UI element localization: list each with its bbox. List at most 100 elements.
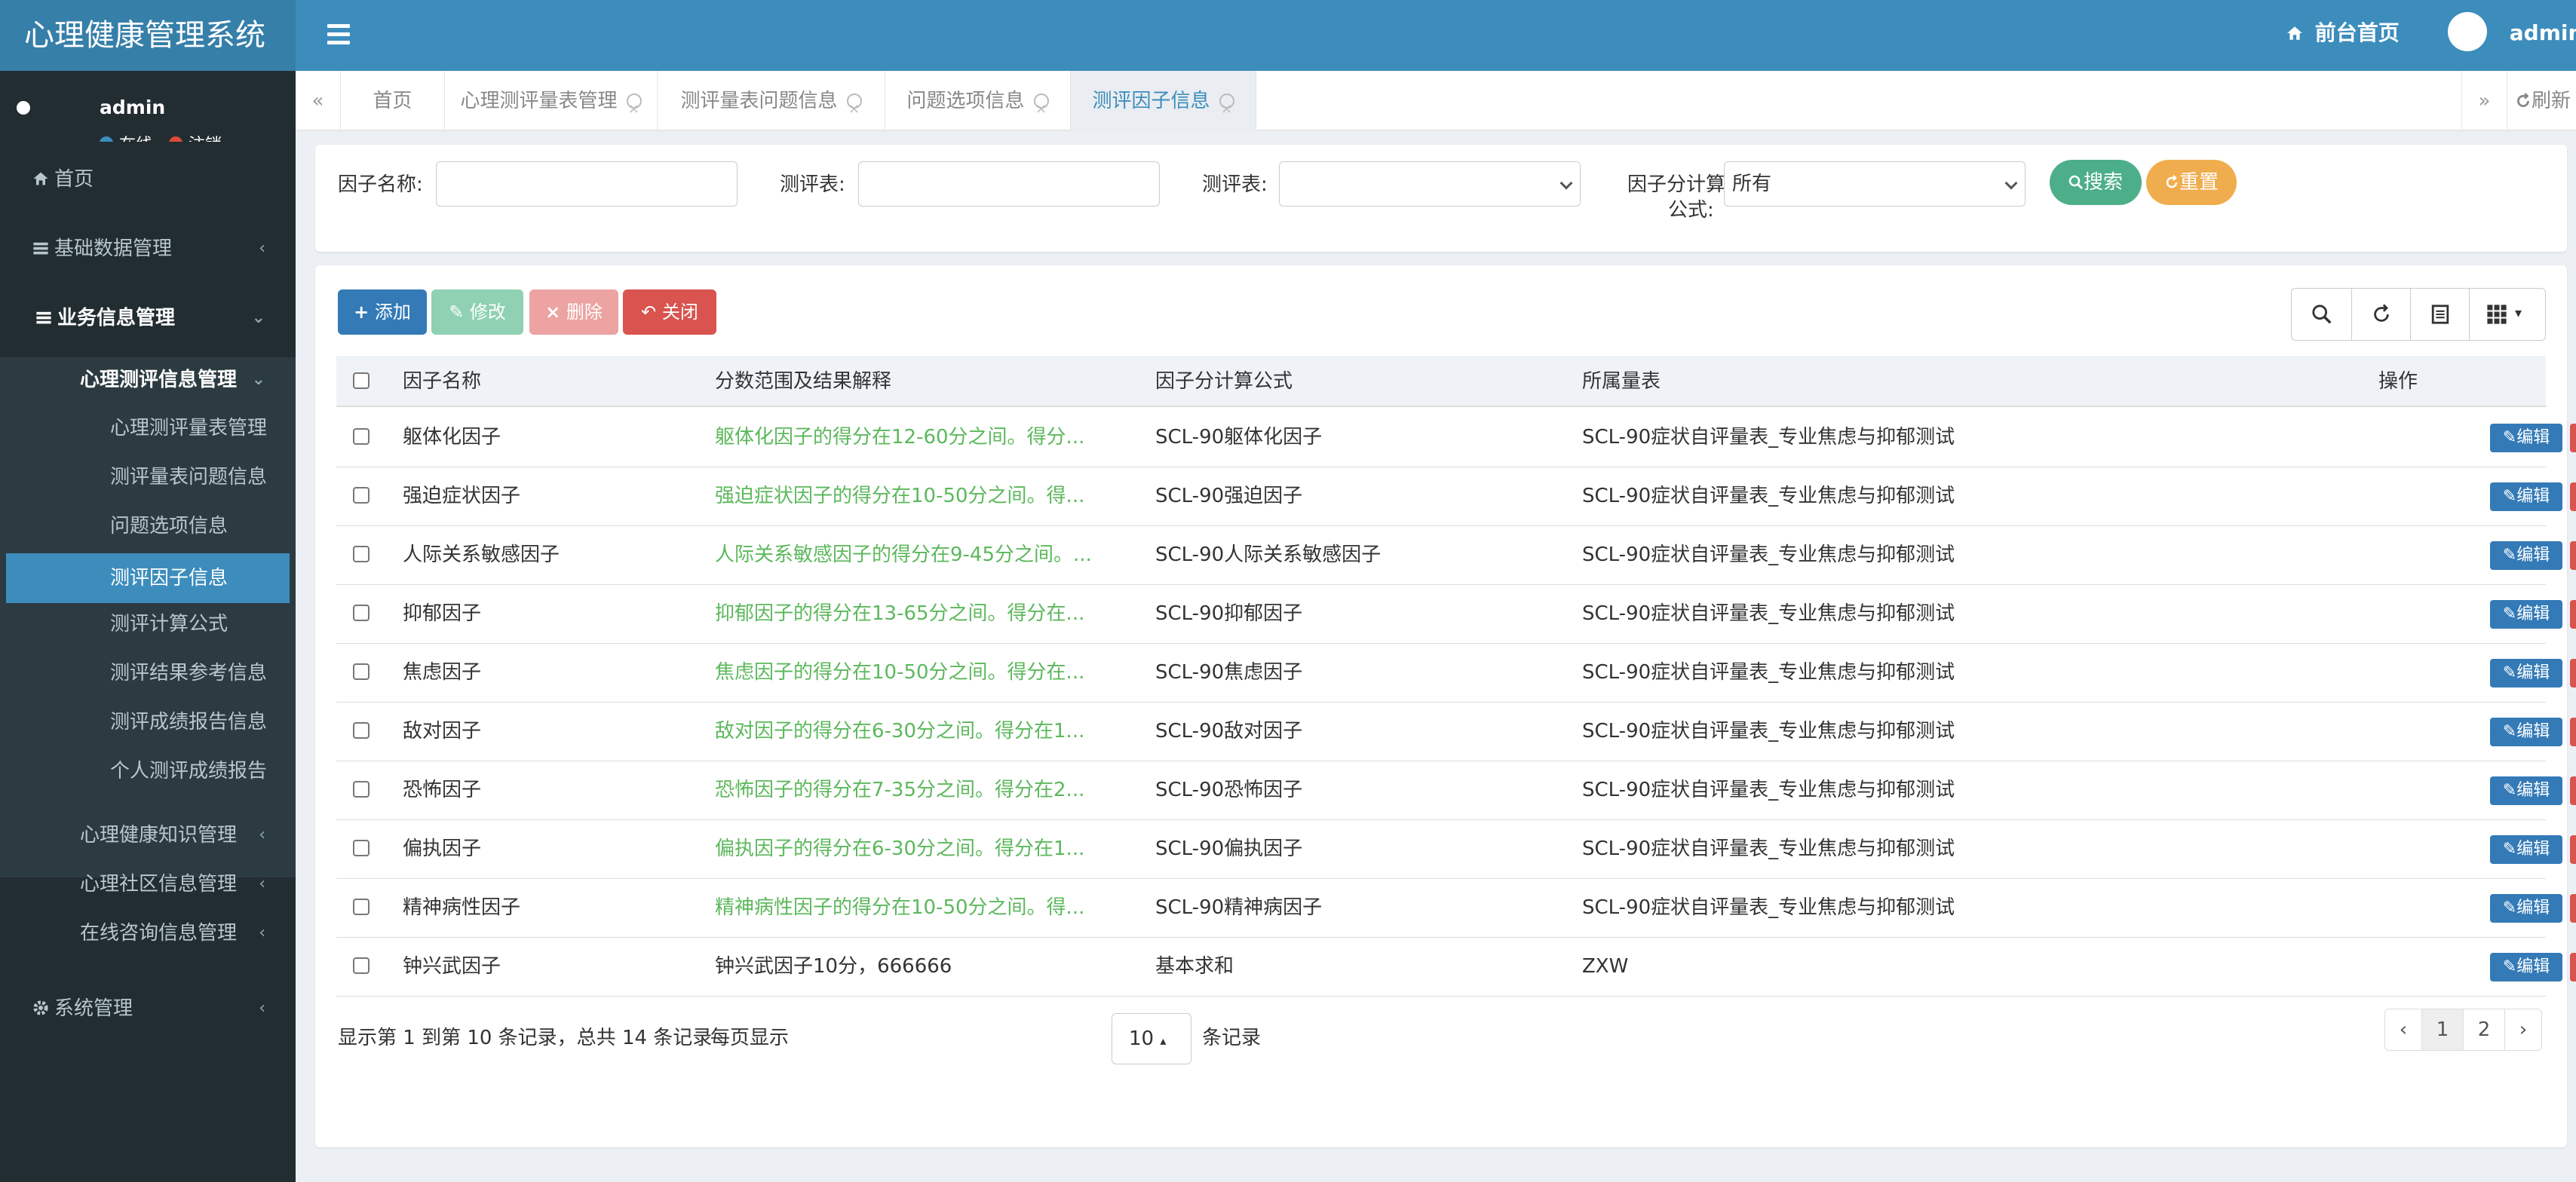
description-cell[interactable]: 强迫症状因子的得分在10-50分之间。得... bbox=[715, 467, 1084, 525]
tab-question-options[interactable]: 问题选项信息 bbox=[885, 71, 1071, 139]
front-home-link[interactable]: 前台首页 bbox=[2286, 0, 2400, 71]
sidebar-item-system[interactable]: 系统管理 ‹ bbox=[0, 988, 296, 1030]
pager-prev[interactable]: ‹ bbox=[2384, 1009, 2422, 1051]
sidebar-item-community[interactable]: 心理社区信息管理 ‹ bbox=[0, 863, 296, 905]
top-navbar: 前台首页 admin bbox=[296, 0, 2576, 71]
formula-select[interactable]: 所有 bbox=[1724, 161, 2026, 207]
table-search-button[interactable] bbox=[2292, 289, 2352, 340]
description-cell[interactable]: 恐怖因子的得分在7-35分之间。得分在2... bbox=[715, 761, 1084, 819]
row-delete-button[interactable]: ×删除 bbox=[2570, 541, 2576, 570]
sidebar: admin 在线 注销 首页 基础数据管理 ‹ 业务信息管理 ⌄ 心理测评信息管理… bbox=[0, 71, 296, 1182]
row-delete-button[interactable]: ×删除 bbox=[2570, 424, 2576, 452]
front-home-label: 前台首页 bbox=[2314, 20, 2400, 45]
tab-scale-questions[interactable]: 测评量表问题信息 bbox=[658, 71, 885, 139]
sidebar-item-question-options[interactable]: 问题选项信息 bbox=[0, 505, 296, 547]
logout-icon[interactable] bbox=[169, 136, 183, 142]
sidebar-item-factors[interactable]: 测评因子信息 bbox=[6, 553, 290, 603]
row-delete-button[interactable]: ×删除 bbox=[2570, 659, 2576, 687]
formula-cell: SCL-90敌对因子 bbox=[1155, 720, 1303, 743]
table-refresh-button[interactable] bbox=[2352, 289, 2411, 340]
description-cell[interactable]: 精神病性因子的得分在10-50分之间。得... bbox=[715, 879, 1084, 936]
row-delete-button[interactable]: ×删除 bbox=[2570, 894, 2576, 923]
row-delete-button[interactable]: ×删除 bbox=[2570, 718, 2576, 746]
row-edit-button[interactable]: ✎编辑 bbox=[2490, 835, 2562, 864]
sidebar-item-assessment[interactable]: 心理测评信息管理 ⌄ bbox=[0, 359, 296, 401]
tabs-refresh-button[interactable]: 刷新 bbox=[2507, 71, 2576, 131]
description-cell[interactable]: 偏执因子的得分在6-30分之间。得分在1... bbox=[715, 820, 1084, 877]
pager-page-1[interactable]: 1 bbox=[2421, 1009, 2464, 1051]
row-delete-button[interactable]: ×删除 bbox=[2570, 482, 2576, 511]
row-checkbox[interactable] bbox=[353, 663, 370, 680]
sidebar-item-home[interactable]: 首页 bbox=[0, 158, 296, 201]
row-edit-button[interactable]: ✎编辑 bbox=[2490, 424, 2562, 452]
logout-link[interactable]: 注销 bbox=[189, 136, 222, 142]
close-icon[interactable] bbox=[1033, 79, 1049, 139]
reset-button[interactable]: 重置 bbox=[2146, 160, 2237, 205]
row-edit-button[interactable]: ✎编辑 bbox=[2490, 659, 2562, 687]
add-button[interactable]: + 添加 bbox=[338, 289, 427, 335]
search-button[interactable]: 搜索 bbox=[2050, 160, 2142, 205]
tab-scale-manage[interactable]: 心理测评量表管理 bbox=[445, 71, 658, 139]
row-delete-button[interactable]: ×删除 bbox=[2570, 600, 2576, 629]
sidebar-toggle-icon[interactable] bbox=[323, 20, 354, 51]
row-checkbox[interactable] bbox=[353, 487, 370, 504]
row-checkbox[interactable] bbox=[353, 899, 370, 915]
sidebar-item-result-ref[interactable]: 测评结果参考信息 bbox=[0, 652, 296, 694]
tabs-scroll-left-icon[interactable]: « bbox=[296, 71, 341, 131]
table-tools: ▾ bbox=[2291, 288, 2546, 341]
pager-page-2[interactable]: 2 bbox=[2463, 1009, 2505, 1051]
formula-cell: SCL-90人际关系敏感因子 bbox=[1155, 544, 1382, 566]
row-edit-button[interactable]: ✎编辑 bbox=[2490, 600, 2562, 629]
sidebar-item-consult[interactable]: 在线咨询信息管理 ‹ bbox=[0, 912, 296, 954]
factor-name-input[interactable] bbox=[436, 161, 738, 207]
row-checkbox[interactable] bbox=[353, 605, 370, 621]
sidebar-item-knowledge[interactable]: 心理健康知识管理 ‹ bbox=[0, 814, 296, 856]
tabs-scroll-right-icon[interactable]: » bbox=[2461, 71, 2507, 131]
page-size-select[interactable]: 10 ▴ bbox=[1112, 1013, 1191, 1064]
row-checkbox[interactable] bbox=[353, 840, 370, 856]
row-checkbox[interactable] bbox=[353, 722, 370, 739]
row-edit-button[interactable]: ✎编辑 bbox=[2490, 718, 2562, 746]
close-icon[interactable] bbox=[846, 79, 862, 139]
row-edit-button[interactable]: ✎编辑 bbox=[2490, 776, 2562, 805]
tab-factors[interactable]: 测评因子信息 bbox=[1071, 71, 1256, 139]
description-cell[interactable]: 抑郁因子的得分在13-65分之间。得分在... bbox=[715, 585, 1084, 642]
scale-input[interactable] bbox=[858, 161, 1160, 207]
pager-next[interactable]: › bbox=[2504, 1009, 2542, 1051]
sidebar-item-scale-questions[interactable]: 测评量表问题信息 bbox=[0, 456, 296, 498]
description-cell[interactable]: 人际关系敏感因子的得分在9-45分之间。... bbox=[715, 526, 1092, 583]
sidebar-item-scale-manage[interactable]: 心理测评量表管理 bbox=[0, 407, 296, 449]
table-row: 躯体化因子 躯体化因子的得分在12-60分之间。得分... SCL-90躯体化因子 S… bbox=[336, 409, 2576, 467]
description-cell[interactable]: 敌对因子的得分在6-30分之间。得分在1... bbox=[715, 703, 1084, 760]
row-checkbox[interactable] bbox=[353, 428, 370, 445]
row-edit-button[interactable]: ✎编辑 bbox=[2490, 953, 2562, 981]
scale-select[interactable] bbox=[1279, 161, 1581, 207]
row-edit-button[interactable]: ✎编辑 bbox=[2490, 541, 2562, 570]
sidebar-item-business[interactable]: 业务信息管理 ⌄ bbox=[0, 297, 296, 339]
row-checkbox[interactable] bbox=[353, 546, 370, 562]
row-checkbox[interactable] bbox=[353, 957, 370, 974]
row-edit-button[interactable]: ✎编辑 bbox=[2490, 482, 2562, 511]
close-button[interactable]: ↶ 关闭 bbox=[623, 289, 716, 335]
description-cell[interactable]: 焦虑因子的得分在10-50分之间。得分在... bbox=[715, 644, 1084, 701]
sidebar-item-report[interactable]: 测评成绩报告信息 bbox=[0, 701, 296, 743]
sidebar-item-basic-data[interactable]: 基础数据管理 ‹ bbox=[0, 228, 296, 270]
select-all-checkbox[interactable] bbox=[353, 372, 370, 389]
row-edit-button[interactable]: ✎编辑 bbox=[2490, 894, 2562, 923]
row-delete-button[interactable]: ×删除 bbox=[2570, 953, 2576, 981]
edit-button[interactable]: ✎ 修改 bbox=[431, 289, 523, 335]
close-icon[interactable] bbox=[1219, 79, 1234, 139]
table-columns-button[interactable]: ▾ bbox=[2470, 289, 2545, 340]
delete-button[interactable]: × 删除 bbox=[529, 289, 618, 335]
user-menu[interactable]: admin bbox=[2448, 0, 2576, 71]
online-label: 在线 bbox=[119, 136, 152, 142]
description-cell[interactable]: 躯体化因子的得分在12-60分之间。得分... bbox=[715, 409, 1084, 466]
tab-home[interactable]: 首页 bbox=[341, 71, 445, 131]
table-toggle-view-button[interactable] bbox=[2411, 289, 2470, 340]
row-delete-button[interactable]: ×删除 bbox=[2570, 776, 2576, 805]
row-checkbox[interactable] bbox=[353, 781, 370, 798]
close-icon[interactable] bbox=[626, 79, 642, 139]
sidebar-item-personal-report[interactable]: 个人测评成绩报告 bbox=[0, 750, 296, 792]
sidebar-item-formula[interactable]: 测评计算公式 bbox=[0, 603, 296, 645]
row-delete-button[interactable]: ×删除 bbox=[2570, 835, 2576, 864]
